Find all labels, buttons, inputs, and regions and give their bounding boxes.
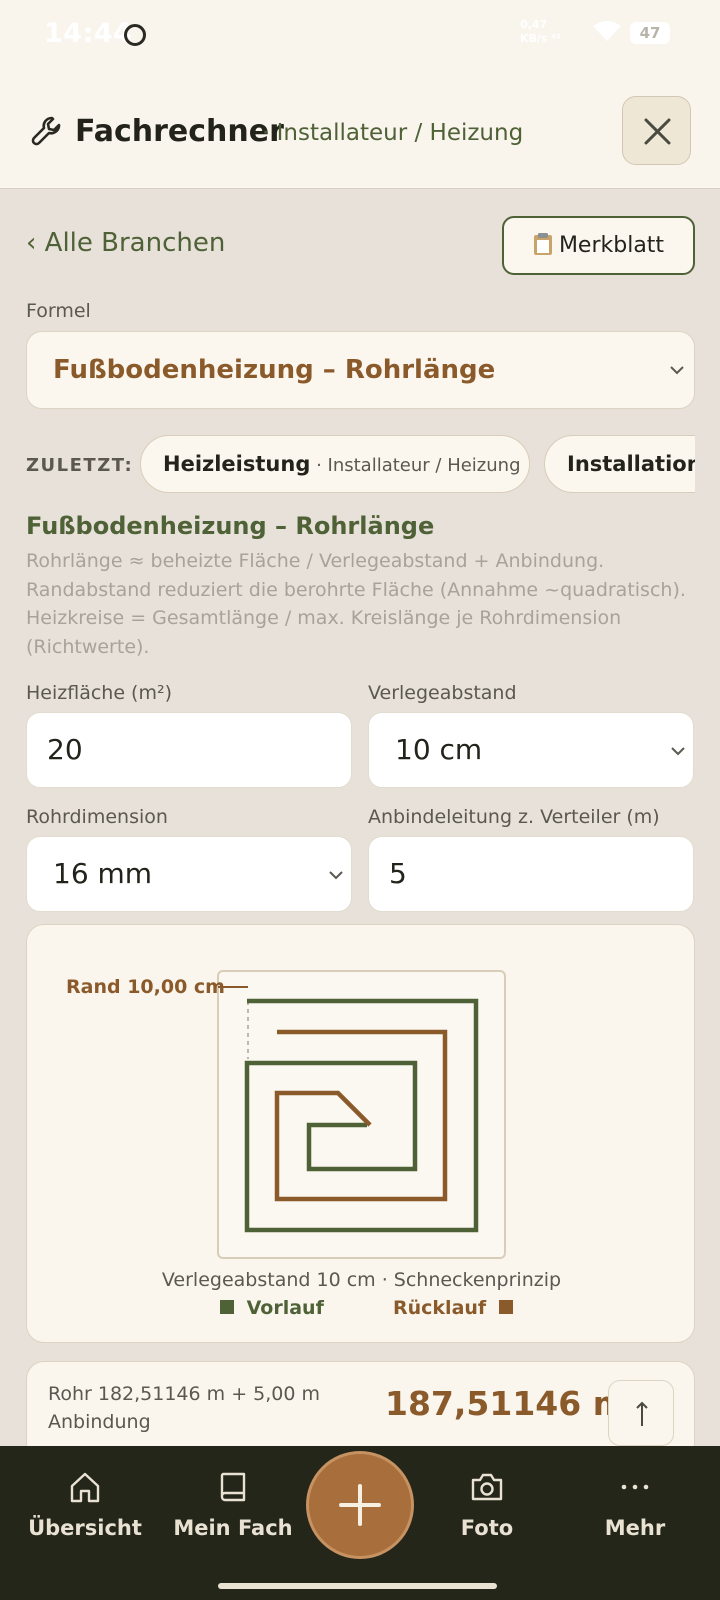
battery-icon: 47 xyxy=(630,22,670,44)
chevron-down-icon xyxy=(671,747,685,756)
app-notification-icon xyxy=(124,24,146,46)
legend-ruecklauf: Rücklauf xyxy=(393,1297,513,1319)
legend-vorlauf-swatch xyxy=(220,1300,234,1314)
status-bar: 14:44 0,47 KB/s ⁴⁵ 47 xyxy=(0,0,720,70)
status-time: 14:44 xyxy=(44,18,133,49)
nav-uebersicht[interactable]: Übersicht xyxy=(10,1470,160,1540)
home-icon xyxy=(70,1472,100,1503)
anbindeleitung-input[interactable]: 5 xyxy=(368,836,694,912)
pipe-layout-diagram: Rand 10,00 cm Verlegeabstand 10 cm · Sch… xyxy=(26,924,695,1343)
heizflaeche-input[interactable]: 20 xyxy=(26,712,352,788)
chevron-down-icon xyxy=(329,871,343,880)
home-indicator[interactable] xyxy=(218,1583,497,1589)
close-icon xyxy=(644,118,671,145)
book-icon xyxy=(220,1472,246,1502)
close-button[interactable] xyxy=(622,96,691,165)
verlegeabstand-label: Verlegeabstand xyxy=(368,682,517,704)
share-result-button[interactable] xyxy=(608,1380,674,1446)
legend-ruecklauf-swatch xyxy=(498,1300,513,1314)
plus-icon xyxy=(339,1484,381,1526)
network-speed: 0,47 KB/s ⁴⁵ xyxy=(520,18,561,45)
chevron-down-icon xyxy=(670,366,684,375)
rohrdimension-select[interactable]: 16 mm xyxy=(26,836,352,912)
result-breakdown: Rohr 182,51146 m + 5,00 m Anbindung xyxy=(48,1383,321,1433)
section-description: Rohrlänge ≈ beheizte Fläche / Verlegeabs… xyxy=(26,550,686,658)
nav-mehr[interactable]: Mehr xyxy=(560,1470,710,1540)
camera-icon xyxy=(471,1473,503,1501)
nav-foto[interactable]: Foto xyxy=(412,1470,562,1540)
formula-selected-value: Fußbodenheizung – Rohrlänge xyxy=(53,355,496,385)
merkblatt-button[interactable]: Merkblatt xyxy=(502,216,695,275)
merkblatt-label: Merkblatt xyxy=(558,233,665,258)
clipboard-icon xyxy=(533,233,552,255)
anbindeleitung-label: Anbindeleitung z. Verteiler (m) xyxy=(368,806,660,828)
wrench-icon xyxy=(31,116,61,146)
more-icon xyxy=(621,1484,649,1490)
section-title: Fußbodenheizung – Rohrlänge xyxy=(26,512,435,540)
page-title: Fachrechner xyxy=(75,114,284,149)
recent-label: ZULETZT: xyxy=(26,455,134,476)
bottom-navigation: Übersicht Mein Fach Foto Mehr xyxy=(0,1446,720,1600)
arrow-up-icon xyxy=(636,1401,648,1426)
rand-label: Rand 10,00 cm xyxy=(66,976,225,998)
rohrdimension-label: Rohrdimension xyxy=(26,806,168,828)
recent-chips: Heizleistung · Installateur / Heizung In… xyxy=(140,435,695,495)
result-value: 187,51146 m xyxy=(385,1384,628,1423)
formula-select[interactable]: Fußbodenheizung – Rohrlänge xyxy=(26,331,695,409)
add-button[interactable] xyxy=(306,1451,414,1559)
top-bar: 14:44 0,47 KB/s ⁴⁵ 47 Fachrechner · Inst… xyxy=(0,0,720,189)
recent-chip-heizleistung[interactable]: Heizleistung · Installateur / Heizung xyxy=(140,435,530,493)
recent-chip-installations[interactable]: Installations xyxy=(544,435,695,493)
formula-label: Formel xyxy=(26,300,91,322)
legend-vorlauf: Vorlauf xyxy=(220,1297,324,1319)
back-to-branches-link[interactable]: ‹ Alle Branchen xyxy=(26,228,225,258)
page-subtitle: · Installateur / Heizung xyxy=(262,120,524,146)
verlegeabstand-select[interactable]: 10 cm xyxy=(368,712,694,788)
diagram-caption: Verlegeabstand 10 cm · Schneckenprinzip xyxy=(161,1269,562,1291)
heizflaeche-label: Heizfläche (m²) xyxy=(26,682,173,704)
nav-mein-fach[interactable]: Mein Fach xyxy=(158,1470,308,1540)
header: Fachrechner · Installateur / Heizung xyxy=(0,96,720,172)
wifi-icon xyxy=(593,21,621,41)
